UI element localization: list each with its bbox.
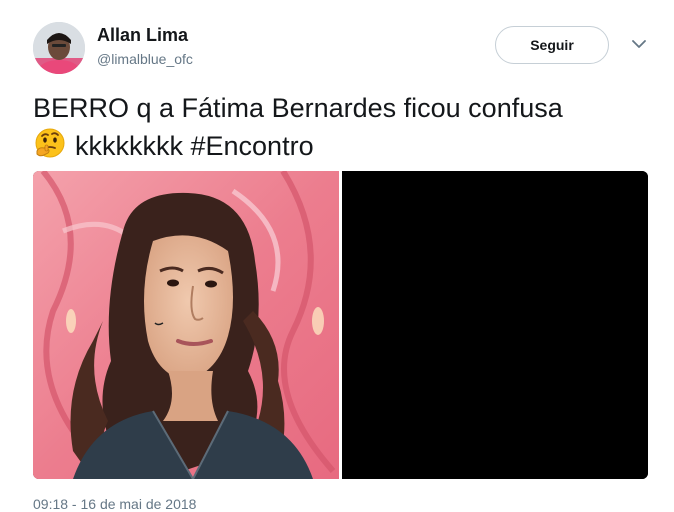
follow-button[interactable]: Seguir [495,26,609,64]
user-name[interactable]: Allan Lima [97,24,188,46]
tweet-text-content: kkkkkkkk #Encontro [75,131,314,161]
thinking-face-icon [33,127,67,161]
tweet-timestamp[interactable]: 09:18 - 16 de mai de 2018 [33,496,196,512]
tweet-text: BERRO q a Fátima Bernardes ficou confusa… [33,90,653,165]
tweet-card: Allan Lima @limalblue_ofc Seguir BERRO q… [0,0,674,512]
user-handle[interactable]: @limalblue_ofc [97,50,193,68]
tweet-text-line-2: kkkkkkkk #Encontro [33,127,653,165]
tweet-text-line-1: BERRO q a Fátima Bernardes ficou confusa [33,93,563,123]
chevron-down-icon[interactable] [630,37,648,51]
media-photo-1[interactable] [33,171,339,479]
media-gallery[interactable] [33,171,648,479]
profile-photo-icon [33,22,85,74]
avatar[interactable] [33,22,85,74]
media-photo-2[interactable] [342,171,648,479]
